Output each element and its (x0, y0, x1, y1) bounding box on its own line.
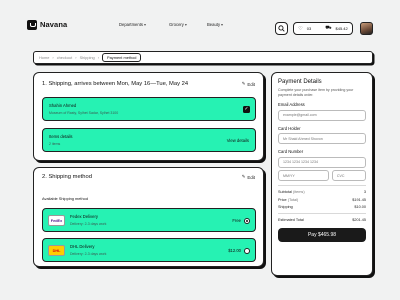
brand-name[interactable]: Navana (40, 20, 67, 29)
pencil-icon: ✎ (241, 81, 246, 86)
heart-icon: ♡ (298, 25, 303, 32)
recipient-address: Museum of Rasty, Sylhet Sadar, Sylhet 31… (49, 111, 119, 115)
nav-departments-label: Departments (119, 22, 143, 27)
shipping-title: 1. Shipping, arrives between Mon, May 16… (42, 81, 189, 87)
radio-unselected-icon[interactable] (244, 248, 250, 254)
price-sub: (Total) (287, 197, 299, 202)
pay-button[interactable]: Pay $465.98 (278, 228, 366, 243)
edit-label: Edit (247, 174, 255, 180)
price-label: Price (278, 197, 287, 202)
edit-shipping-button[interactable]: ✎ Edit (242, 81, 255, 87)
email-label: Email Address (278, 102, 305, 108)
breadcrumb-shipping[interactable]: Shipping (80, 55, 95, 60)
search-button[interactable] (275, 22, 288, 35)
divider (278, 213, 366, 215)
breadcrumb-checkout[interactable]: checkout (57, 55, 73, 60)
recipient-address-option[interactable]: Shahin Ahmed Museum of Rasty, Sylhet Sad… (42, 97, 256, 121)
fedex-option[interactable]: FedEx Fedex Delivery Delivery: 2-3 days … (42, 208, 256, 232)
radio-selected-icon[interactable] (244, 218, 250, 224)
price-value: $191.45 (352, 197, 366, 202)
shipping-value: $10.00 (354, 205, 366, 210)
recipient-name: Shahin Ahmed (49, 103, 77, 108)
chevron-down-icon: ▾ (221, 22, 224, 27)
fedex-price: Free (232, 218, 241, 223)
pencil-icon: ✎ (241, 174, 246, 179)
nav-grocery[interactable]: Grocery ▾ (169, 22, 187, 27)
checkbox-checked-icon[interactable]: ✓ (243, 106, 250, 113)
cart-total: $45.42 (335, 26, 348, 31)
search-icon (278, 25, 285, 32)
chevron-right-icon: › (97, 55, 100, 60)
fedex-eta: Delivery: 2-3 days work (70, 222, 107, 226)
price-row: Price (Total) $191.45 (278, 198, 366, 202)
cart-icon: ⛟ (325, 25, 332, 31)
nav-grocery-label: Grocery (169, 22, 184, 27)
fedex-logo: FedEx (48, 215, 65, 226)
breadcrumb-current: Payment method (102, 53, 142, 62)
nav-beauty-label: Beauty (207, 22, 221, 27)
divider (278, 185, 366, 187)
items-label: Items details (49, 134, 73, 139)
chevron-right-icon: › (52, 55, 54, 60)
shipping-card: 1. Shipping, arrives between Mon, May 16… (33, 72, 264, 161)
fedex-name: Fedex Delivery (70, 214, 98, 219)
shopping-bag-icon (27, 20, 37, 30)
chevron-down-icon: ▾ (143, 22, 146, 27)
items-details-row[interactable]: Items details 2 items View details (42, 128, 256, 152)
cart-summary-button[interactable]: ♡ 03 ⛟ $45.42 (293, 22, 353, 35)
available-methods-label: Available Shipping method (42, 196, 88, 201)
dhl-eta: Delivery: 2-3 days work (70, 252, 107, 256)
card-holder-label: Card Holder (278, 125, 301, 131)
payment-details-panel: Payment Details Complete your purchase i… (271, 72, 373, 276)
dhl-name: DHL Delivery (70, 244, 95, 249)
subtotal-sub: (items) (293, 190, 305, 195)
subtotal-label: Subtotal (278, 190, 292, 195)
estimated-total-row: Estimated Total $201.45 (278, 218, 366, 222)
cart-count: 03 (306, 26, 312, 31)
dhl-option[interactable]: DHL DHL Delivery Delivery: 2-3 days work… (42, 238, 256, 262)
chevron-down-icon: ▾ (184, 22, 187, 27)
dhl-price: $12.00 (228, 248, 241, 253)
payment-subtitle: Complete your purchase item by providing… (278, 88, 354, 97)
card-number-field[interactable] (278, 156, 366, 168)
payment-title: Payment Details (278, 79, 322, 85)
card-holder-field[interactable] (278, 133, 366, 145)
view-details-link[interactable]: View details (227, 138, 249, 143)
card-number-label: Card Number (278, 149, 304, 155)
breadcrumb: Home › checkout › Shipping › Payment met… (33, 51, 373, 64)
items-count: 2 items (49, 142, 61, 146)
nav-beauty[interactable]: Beauty ▾ (207, 22, 223, 27)
expiry-field[interactable] (278, 170, 329, 182)
avatar[interactable] (360, 22, 373, 35)
estimated-label: Estimated Total (278, 218, 304, 223)
edit-method-button[interactable]: ✎ Edit (242, 174, 255, 180)
breadcrumb-home[interactable]: Home (39, 55, 49, 60)
nav-departments[interactable]: Departments ▾ (119, 22, 146, 27)
shipping-method-card: 2. Shipping method ✎ Edit Available Ship… (33, 167, 264, 267)
subtotal-row: Subtotal (items) 3 (278, 190, 366, 194)
cvc-field[interactable] (331, 170, 366, 182)
dhl-logo: DHL (48, 245, 65, 256)
subtotal-value: 3 (363, 190, 366, 195)
edit-label: Edit (247, 81, 255, 87)
email-field[interactable] (278, 109, 366, 121)
shipping-label: Shipping (278, 205, 293, 210)
chevron-right-icon: › (75, 55, 77, 60)
shipping-method-title: 2. Shipping method (42, 174, 92, 180)
top-header: Navana Departments ▾ Grocery ▾ Beauty ▾ … (27, 16, 373, 42)
shipping-row: Shipping $10.00 (278, 205, 366, 209)
estimated-value: $201.45 (352, 218, 366, 223)
